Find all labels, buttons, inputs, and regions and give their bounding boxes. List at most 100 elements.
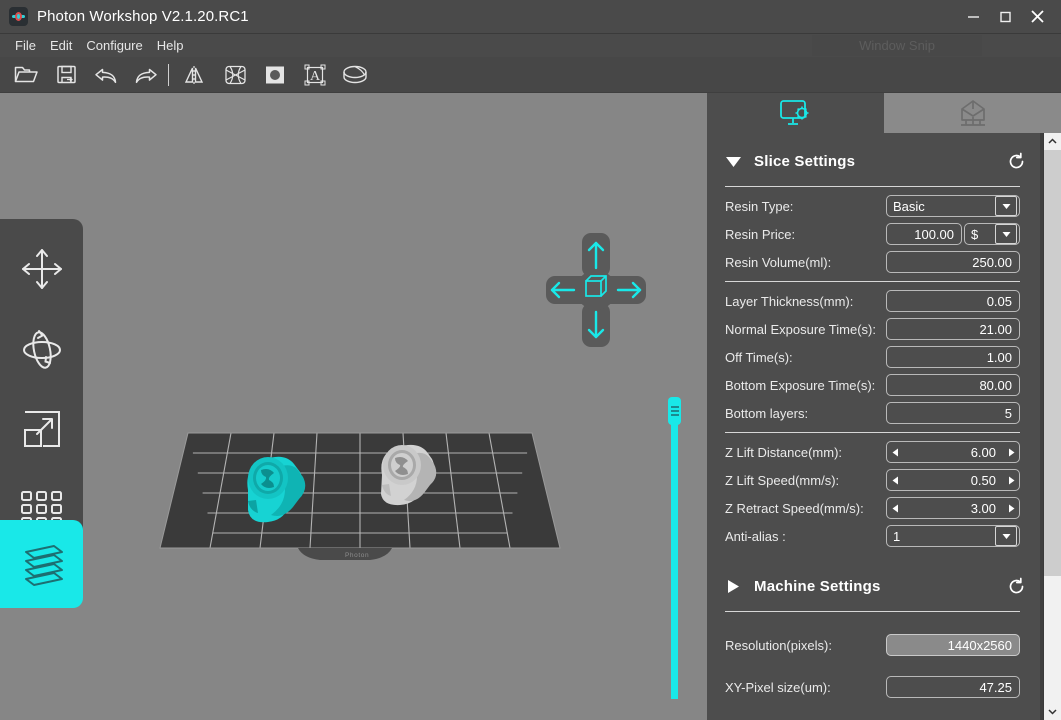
row-resin-price: Resin Price: 100.00 $	[707, 220, 1040, 248]
currency-combo[interactable]: $	[964, 223, 1020, 245]
scrollbar-thumb[interactable]	[1044, 150, 1061, 576]
machine-settings-header[interactable]: Machine Settings	[707, 566, 1040, 606]
row-z-lift-speed: Z Lift Speed(mm/s): 0.50	[707, 466, 1040, 494]
divider	[725, 432, 1020, 433]
scrollbar-track[interactable]	[1044, 150, 1061, 703]
title-bar: Photon Workshop V2.1.20.RC1	[0, 0, 1061, 34]
layer-height-slider[interactable]	[668, 397, 681, 699]
slice-settings-refresh-icon[interactable]	[1007, 152, 1026, 171]
resin-type-value: Basic	[887, 199, 995, 214]
caret-down-icon[interactable]	[725, 155, 742, 168]
3d-viewport[interactable]: Photon	[0, 93, 707, 720]
label-resolution: Resolution(pixels):	[725, 638, 886, 653]
label-z-retract-speed: Z Retract Speed(mm/s):	[725, 501, 886, 516]
layer-cake-icon[interactable]	[335, 59, 375, 91]
text-a-icon[interactable]: A	[295, 59, 335, 91]
resin-price-value: 100.00	[887, 227, 961, 242]
label-anti-alias: Anti-alias :	[725, 529, 886, 544]
caret-right-icon[interactable]	[725, 579, 742, 594]
machine-settings-title: Machine Settings	[754, 578, 1007, 595]
floppy-save-icon[interactable]	[46, 59, 86, 91]
z-lift-distance-spinner[interactable]: 6.00	[886, 441, 1020, 463]
machine-settings-refresh-icon[interactable]	[1007, 577, 1026, 596]
move-arrows-icon[interactable]	[3, 229, 81, 309]
row-off-time: Off Time(s): 1.00	[707, 343, 1040, 371]
anti-alias-combo[interactable]: 1	[886, 525, 1020, 547]
close-icon[interactable]	[1021, 0, 1053, 33]
punch-hole-icon[interactable]	[255, 59, 295, 91]
slider-handle[interactable]	[668, 397, 681, 425]
label-resin-type: Resin Type:	[725, 199, 886, 214]
resolution-value: 1440x2560	[887, 638, 1019, 653]
row-xy-pixel-size: XY-Pixel size(um): 47.25	[707, 673, 1040, 701]
toolbar-separator	[168, 64, 169, 86]
layers-stack-icon[interactable]	[0, 520, 83, 608]
undo-arrow-icon[interactable]	[86, 59, 126, 91]
chevron-down-icon[interactable]	[995, 224, 1017, 244]
off-time-input[interactable]: 1.00	[886, 346, 1020, 368]
divider	[725, 281, 1020, 282]
z-lift-speed-spinner[interactable]: 0.50	[886, 469, 1020, 491]
xy-pixel-size-input[interactable]: 47.25	[886, 676, 1020, 698]
row-resin-volume: Resin Volume(ml): 250.00	[707, 248, 1040, 276]
resin-type-combo[interactable]: Basic	[886, 195, 1020, 217]
minimize-icon[interactable]	[957, 0, 989, 33]
spin-left-icon[interactable]	[887, 504, 903, 513]
row-resin-type: Resin Type: Basic	[707, 192, 1040, 220]
row-bottom-layers: Bottom layers: 5	[707, 399, 1040, 427]
bottom-exposure-input[interactable]: 80.00	[886, 374, 1020, 396]
currency-value: $	[965, 227, 995, 242]
panel-scroll-area: Slice Settings Resin Type: Basic	[707, 133, 1061, 720]
scroll-up-arrow-icon[interactable]	[1044, 133, 1061, 150]
spin-right-icon[interactable]	[1003, 448, 1019, 457]
tab-support-settings[interactable]	[884, 93, 1061, 133]
maximize-icon[interactable]	[989, 0, 1021, 33]
spin-right-icon[interactable]	[1003, 476, 1019, 485]
menu-help[interactable]: Help	[150, 36, 191, 55]
view-navigation-gizmo[interactable]	[546, 233, 646, 348]
label-bottom-exposure: Bottom Exposure Time(s):	[725, 378, 886, 393]
layer-thickness-input[interactable]: 0.05	[886, 290, 1020, 312]
menu-file[interactable]: File	[8, 36, 43, 55]
svg-text:Photon: Photon	[345, 552, 369, 559]
resin-volume-value: 250.00	[887, 255, 1019, 270]
settings-content: Slice Settings Resin Type: Basic	[707, 133, 1040, 720]
redo-arrow-icon[interactable]	[126, 59, 166, 91]
folder-open-icon[interactable]	[6, 59, 46, 91]
label-z-lift-speed: Z Lift Speed(mm/s):	[725, 473, 886, 488]
off-time-value: 1.00	[887, 350, 1019, 365]
layer-thickness-value: 0.05	[887, 294, 1019, 309]
viewport-tool-dock	[0, 219, 83, 563]
z-retract-speed-spinner[interactable]: 3.00	[886, 497, 1020, 519]
menu-configure[interactable]: Configure	[79, 36, 149, 55]
row-z-lift-distance: Z Lift Distance(mm): 6.00	[707, 438, 1040, 466]
tab-slice-settings[interactable]	[707, 93, 884, 133]
label-xy-pixel-size: XY-Pixel size(um):	[725, 680, 886, 695]
scale-expand-icon[interactable]	[3, 389, 81, 469]
z-lift-distance-value: 6.00	[903, 445, 1003, 460]
chevron-down-icon[interactable]	[995, 196, 1017, 216]
photon-logo-icon	[9, 7, 28, 26]
hollow-mesh-icon[interactable]	[215, 59, 255, 91]
label-off-time: Off Time(s):	[725, 350, 886, 365]
label-resin-volume: Resin Volume(ml):	[725, 255, 886, 270]
resin-volume-input[interactable]: 250.00	[886, 251, 1020, 273]
slider-track[interactable]	[671, 421, 678, 699]
resin-price-input[interactable]: 100.00	[886, 223, 962, 245]
scroll-down-arrow-icon[interactable]	[1044, 703, 1061, 720]
slice-settings-header[interactable]: Slice Settings	[707, 141, 1040, 181]
bottom-layers-input[interactable]: 5	[886, 402, 1020, 424]
application-window: Photon Workshop V2.1.20.RC1 File Edit Co…	[0, 0, 1061, 720]
spin-left-icon[interactable]	[887, 448, 903, 457]
mirror-icon[interactable]	[175, 59, 215, 91]
resin-price-group: 100.00 $	[886, 223, 1020, 245]
row-z-retract-speed: Z Retract Speed(mm/s): 3.00	[707, 494, 1040, 522]
chevron-down-icon[interactable]	[995, 526, 1017, 546]
main-toolbar: A	[0, 57, 1061, 93]
menu-edit[interactable]: Edit	[43, 36, 79, 55]
spin-left-icon[interactable]	[887, 476, 903, 485]
rotate-orbit-icon[interactable]	[3, 309, 81, 389]
panel-scrollbar[interactable]	[1043, 133, 1061, 720]
normal-exposure-input[interactable]: 21.00	[886, 318, 1020, 340]
spin-right-icon[interactable]	[1003, 504, 1019, 513]
